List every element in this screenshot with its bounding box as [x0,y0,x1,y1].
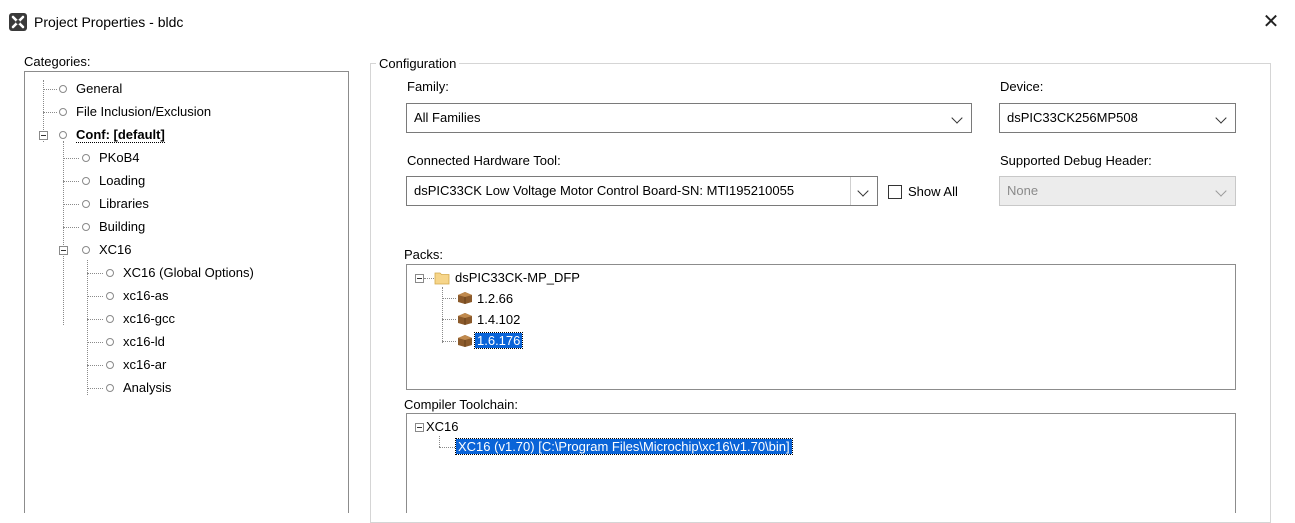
node-dot-icon [106,337,114,346]
pack-version-1-6-176[interactable]: 1.6.176 [473,331,524,351]
tree-connector [63,141,64,325]
show-all-label[interactable]: Show All [908,184,958,200]
debug-header-value: None [1007,183,1039,198]
node-dot-icon [82,199,90,208]
collapse-icon[interactable] [415,423,424,432]
hardware-tool-value: dsPIC33CK Low Voltage Motor Control Boar… [414,183,795,198]
category-general[interactable]: General [59,79,122,99]
device-dropdown[interactable]: dsPIC33CK256MP508 [999,103,1236,133]
node-dot-icon [59,84,67,93]
mplab-x-icon [9,13,27,31]
packs-tree[interactable]: dsPIC33CK-MP_DFP 1.2.66 1.4.102 1.6.176 [406,264,1236,390]
category-xc16-global-options[interactable]: XC16 (Global Options) [106,263,254,283]
node-dot-icon [106,268,114,277]
compiler-toolchain-tree[interactable]: XC16 XC16 (v1.70) [C:\Program Files\Micr… [406,413,1236,513]
category-conf-default[interactable]: Conf: [default] [59,125,165,145]
package-icon [458,335,472,347]
category-xc16-ar[interactable]: xc16-ar [106,355,166,375]
category-xc16[interactable]: XC16 [82,240,132,260]
chevron-down-icon [951,112,963,124]
hardware-tool-label: Connected Hardware Tool: [407,153,561,168]
node-dot-icon [106,291,114,300]
chevron-down-icon [1215,185,1227,197]
node-dot-icon [82,153,90,162]
family-dropdown[interactable]: All Families [406,103,972,133]
categories-tree[interactable]: General File Inclusion/Exclusion Conf: [… [24,71,349,513]
node-dot-icon [59,130,67,139]
category-file-inclusion-exclusion[interactable]: File Inclusion/Exclusion [59,102,211,122]
category-xc16-ld[interactable]: xc16-ld [106,332,165,352]
node-dot-icon [106,314,114,323]
category-libraries[interactable]: Libraries [82,194,149,214]
node-dot-icon [82,222,90,231]
hardware-tool-dropdown[interactable]: dsPIC33CK Low Voltage Motor Control Boar… [406,176,878,206]
category-building[interactable]: Building [82,217,145,237]
family-value: All Families [414,110,481,125]
debug-header-dropdown: None [999,176,1236,206]
package-icon [458,313,472,325]
toolchain-item-xc16-v1-70[interactable]: XC16 (v1.70) [C:\Program Files\Microchip… [455,437,793,457]
packs-label: Packs: [404,247,444,262]
category-xc16-gcc[interactable]: xc16-gcc [106,309,175,329]
chevron-down-icon [1215,112,1227,124]
collapse-icon[interactable] [59,246,68,255]
toolchain-root[interactable]: XC16 [426,417,459,437]
collapse-icon[interactable] [39,131,48,140]
category-loading[interactable]: Loading [82,171,145,191]
close-button[interactable]: ✕ [1258,9,1284,35]
category-pkob4[interactable]: PKoB4 [82,148,139,168]
collapse-icon[interactable] [415,274,424,283]
device-label: Device: [1000,79,1044,94]
configuration-legend: Configuration [376,56,460,72]
compiler-toolchain-label: Compiler Toolchain: [404,397,518,412]
show-all-checkbox[interactable] [888,185,902,199]
pack-root[interactable]: dsPIC33CK-MP_DFP [455,268,580,288]
pack-version-1-4-102[interactable]: 1.4.102 [477,310,520,330]
family-label: Family: [407,79,449,94]
node-dot-icon [106,360,114,369]
device-value: dsPIC33CK256MP508 [1007,110,1138,125]
title-bar: Project Properties - bldc ✕ [0,0,1295,50]
pack-version-1-2-66[interactable]: 1.2.66 [477,289,513,309]
folder-icon [434,272,450,285]
categories-label: Categories: [24,54,91,69]
category-xc16-as[interactable]: xc16-as [106,286,169,306]
chevron-down-icon [857,185,869,197]
node-dot-icon [106,383,114,392]
window-title: Project Properties - bldc [34,14,184,30]
category-analysis[interactable]: Analysis [106,378,171,398]
tree-connector [87,260,88,395]
debug-header-label: Supported Debug Header: [1000,153,1152,168]
node-dot-icon [82,176,90,185]
package-icon [458,292,472,304]
node-dot-icon [82,245,90,254]
node-dot-icon [59,107,67,116]
